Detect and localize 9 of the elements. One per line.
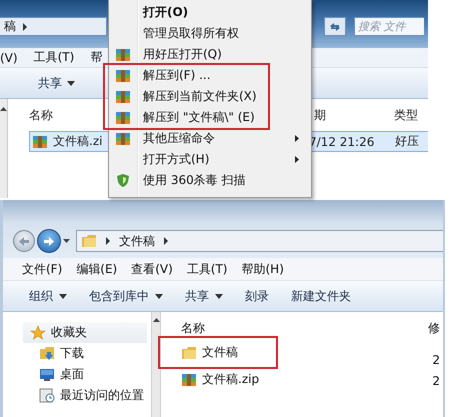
address-path: 文件稿 — [119, 232, 155, 250]
file-name: 文件稿.zip — [202, 371, 260, 388]
file-name: 文件稿 — [202, 344, 238, 361]
file-date: 7/12 21:26 — [309, 134, 376, 148]
file-date: 2 — [432, 374, 440, 388]
file-name: 文件稿.zi — [53, 133, 102, 150]
file-date: 2 — [432, 353, 440, 367]
address-path: 稿 — [4, 18, 16, 35]
file-type: 好压 — [395, 133, 420, 150]
